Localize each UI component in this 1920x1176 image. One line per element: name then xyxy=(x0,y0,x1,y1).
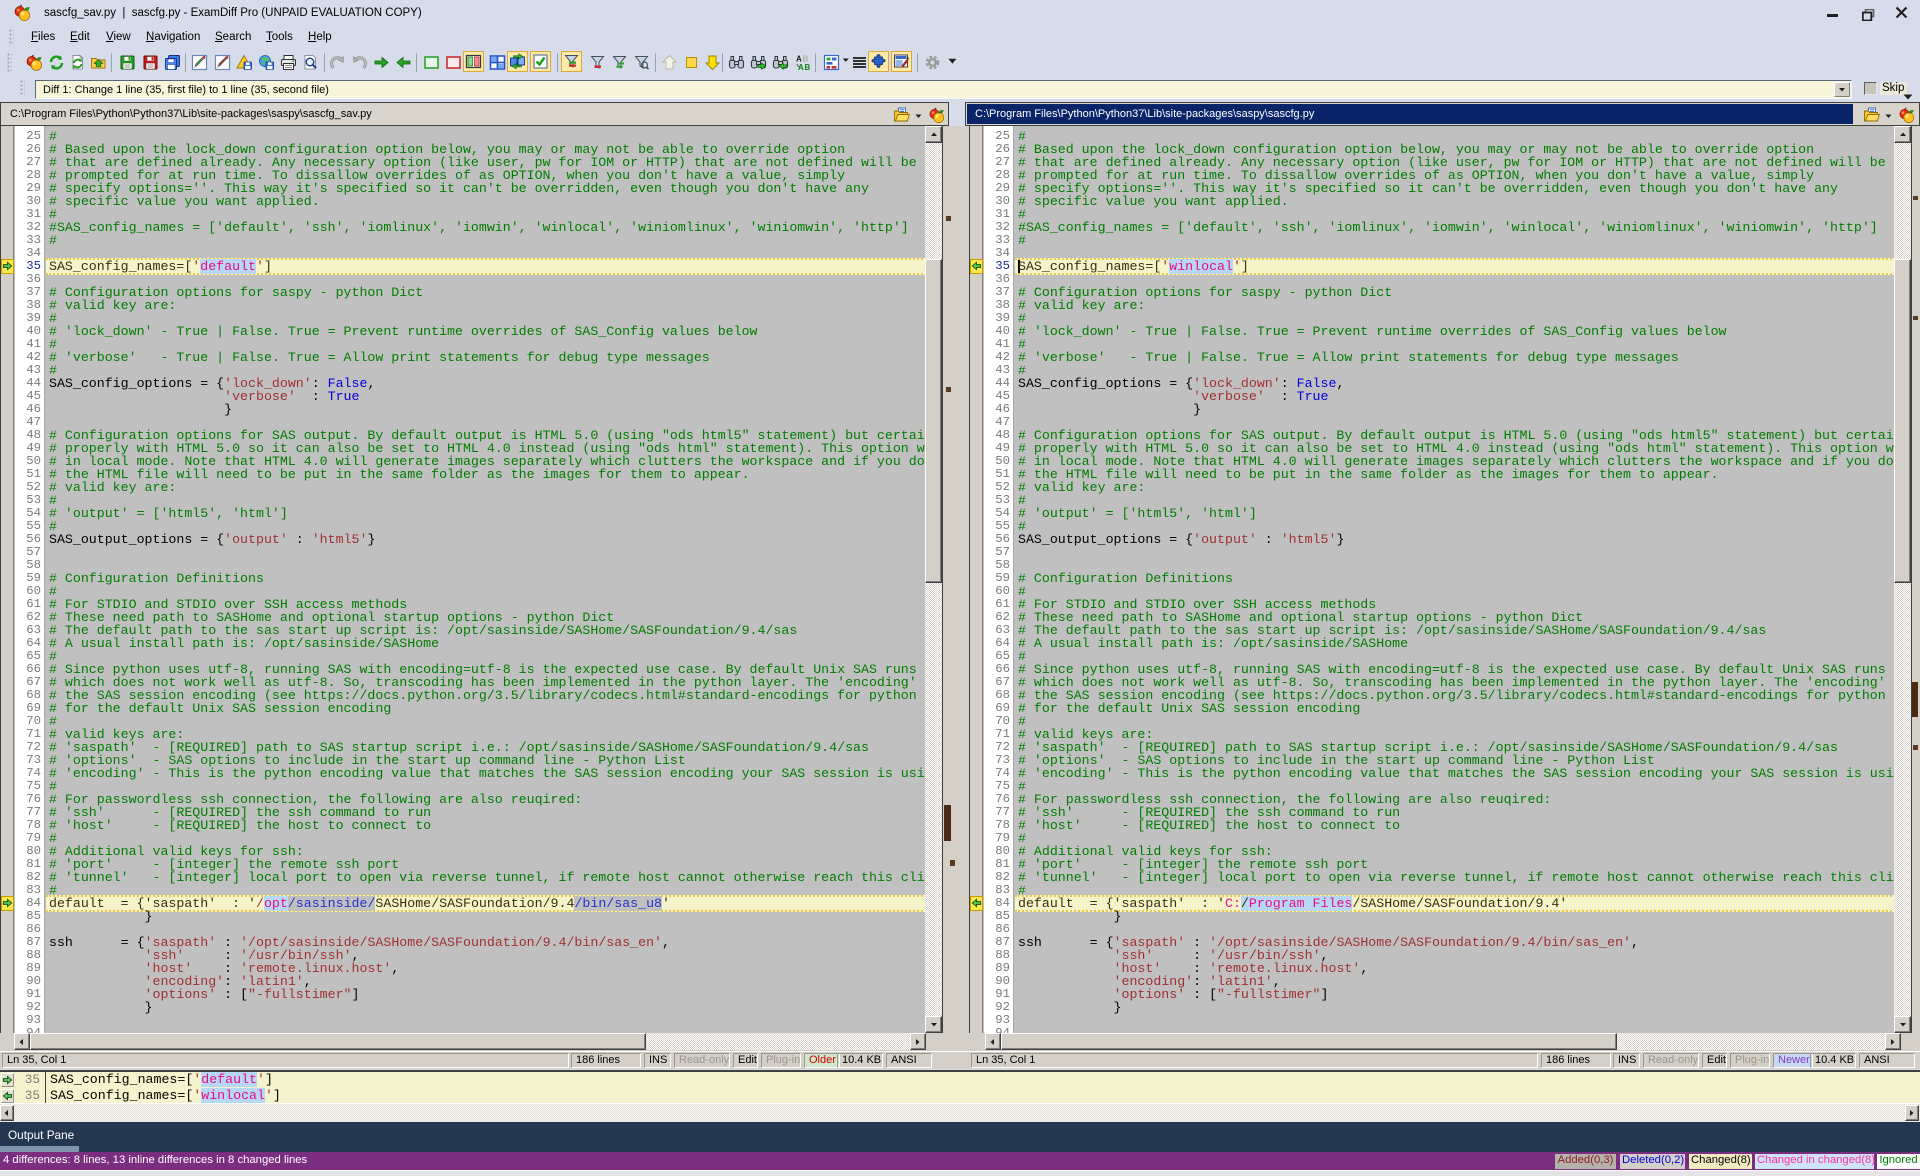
svg-text:B: B xyxy=(805,63,811,71)
